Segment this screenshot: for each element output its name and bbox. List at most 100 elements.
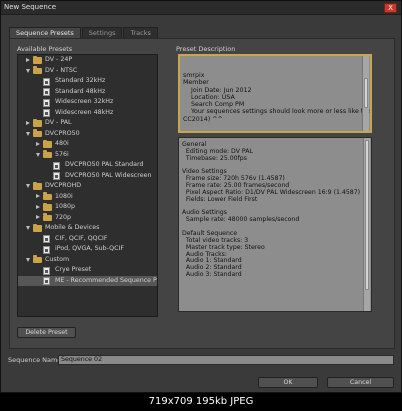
settings-scrollbar[interactable]: [363, 138, 370, 311]
tree-folder[interactable]: 1080i: [18, 192, 157, 203]
tree-preset[interactable]: Widescreen 32kHz: [18, 97, 157, 108]
new-sequence-dialog: New Sequence X Sequence Presets Settings…: [0, 0, 402, 393]
comment-line: Your sequences settings should look more…: [191, 108, 370, 116]
disclosure-expanded-icon[interactable]: [26, 68, 30, 73]
tab-settings[interactable]: Settings: [81, 27, 123, 38]
tree-preset[interactable]: Standard 48kHz: [18, 87, 157, 98]
ok-button[interactable]: OK: [258, 377, 318, 388]
tree-item-label: CIF, QCIF, QQCIF: [55, 234, 108, 242]
preset-file-icon: [43, 98, 50, 107]
available-presets-heading: Available Presets: [17, 45, 73, 53]
tree-item-label: 480i: [55, 140, 69, 147]
tree-item-label: 720p: [55, 213, 72, 221]
folder-icon: [33, 223, 42, 232]
tab-sequence-presets[interactable]: Sequence Presets: [9, 27, 81, 38]
folder-icon: [33, 118, 42, 127]
tree-item-label: DVCPROHD: [45, 182, 82, 189]
preset-file-icon: [43, 235, 50, 243]
folder-icon: [43, 192, 52, 200]
sequence-name-label: Sequence Name:: [8, 356, 64, 364]
preset-file-icon: [43, 277, 50, 285]
preset-file-icon: [43, 266, 50, 275]
tree-item-label: DVCPRO50 PAL Widescreen: [65, 171, 152, 179]
comment-line: CC2014) ^^: [183, 115, 223, 123]
preset-comment-box: smrpix Member Join Date: Jun 2012 Locatio…: [178, 54, 372, 133]
tree-item-label: DV - PAL: [45, 119, 72, 126]
tree-folder[interactable]: DVCPROHD: [18, 181, 157, 192]
title-bar[interactable]: New Sequence X: [1, 1, 401, 15]
tree-item-label: Crye Preset: [55, 266, 92, 273]
cancel-button[interactable]: Cancel: [327, 377, 394, 388]
preset-file-icon: [53, 172, 60, 180]
tree-folder[interactable]: DV - 24P: [18, 55, 157, 66]
tree-item-label: 1080i: [55, 192, 73, 200]
disclosure-expanded-icon[interactable]: [26, 226, 30, 230]
presets-tree[interactable]: DV - 24P DV - NTSC Standard 32kHz Standard …: [17, 54, 158, 317]
disclosure-collapsed-icon[interactable]: [26, 120, 30, 125]
settings-scroll-thumb[interactable]: [365, 140, 369, 290]
comment-line: Member: [183, 79, 209, 87]
tree-folder[interactable]: Mobile & Devices: [18, 223, 157, 234]
disclosure-collapsed-icon[interactable]: [36, 215, 40, 219]
close-icon[interactable]: X: [384, 3, 397, 13]
folder-icon: [43, 202, 52, 211]
folder-icon: [33, 55, 42, 64]
tree-item-label: Widescreen 32kHz: [55, 98, 114, 105]
tree-item-label: DVCPRO50 PAL Standard: [65, 161, 144, 168]
tree-item-label: Standard 48kHz: [55, 87, 106, 95]
disclosure-collapsed-icon[interactable]: [36, 204, 40, 209]
image-info-caption: 719x709 195kb JPEG: [0, 393, 402, 411]
comment-line: Search Comp PM: [183, 101, 245, 109]
folder-icon: [33, 255, 42, 263]
delete-preset-button[interactable]: Delete Preset: [17, 327, 76, 338]
tree-folder[interactable]: DVCPRO50: [18, 129, 157, 140]
comment-scroll-thumb[interactable]: [364, 78, 368, 108]
tree-folder[interactable]: 576i: [18, 150, 157, 161]
disclosure-expanded-icon[interactable]: [26, 131, 30, 136]
tree-folder[interactable]: DV - PAL: [18, 118, 157, 129]
tab-tracks[interactable]: Tracks: [123, 27, 158, 38]
tree-item-label: DV - 24P: [45, 56, 73, 63]
tree-folder[interactable]: 720p: [18, 213, 157, 224]
tree-item-label: DVCPRO50: [45, 129, 80, 137]
preset-file-icon: [43, 88, 50, 96]
disclosure-collapsed-icon[interactable]: [36, 194, 40, 198]
sequence-name-input[interactable]: Sequence 02: [58, 355, 394, 365]
comment-line: Location: USA: [183, 93, 235, 101]
tree-item-label: ME - Recommended Sequence Prese: [55, 276, 157, 284]
tree-item-label: Mobile & Devices: [45, 224, 100, 231]
disclosure-collapsed-icon[interactable]: [26, 57, 30, 62]
tree-folder[interactable]: Custom: [18, 255, 157, 266]
disclosure-expanded-icon[interactable]: [26, 257, 30, 262]
preset-file-icon: [43, 245, 50, 254]
tree-preset[interactable]: ME - Recommended Sequence Prese: [18, 275, 157, 286]
tree-preset[interactable]: Widescreen 48kHz: [18, 108, 157, 119]
preset-file-icon: [43, 77, 50, 86]
preset-settings-box: General Editing mode: DV PAL Timebase: 2…: [178, 137, 372, 312]
disclosure-collapsed-icon[interactable]: [36, 141, 40, 146]
disclosure-expanded-icon[interactable]: [26, 184, 30, 188]
tree-item-label: 1080p: [55, 203, 76, 210]
tree-item-label: 576i: [55, 150, 69, 158]
tree-folder[interactable]: 1080p: [18, 202, 157, 213]
tree-preset[interactable]: CIF, QCIF, QQCIF: [18, 234, 157, 245]
tree-folder[interactable]: 480i: [18, 139, 157, 150]
comment-scrollbar[interactable]: [362, 56, 369, 131]
disclosure-expanded-icon[interactable]: [36, 152, 40, 157]
tree-preset[interactable]: DVCPRO50 PAL Standard: [18, 160, 157, 171]
tree-preset[interactable]: iPod, QVGA, Sub-QCIF: [18, 244, 157, 255]
folder-icon: [33, 181, 42, 190]
tree-item-label: Custom: [45, 255, 70, 263]
tree-item-label: iPod, QVGA, Sub-QCIF: [55, 245, 124, 252]
folder-icon: [43, 150, 52, 158]
tree-preset[interactable]: DVCPRO50 PAL Widescreen: [18, 171, 157, 182]
tree-folder[interactable]: DV - NTSC: [18, 66, 157, 77]
tree-preset[interactable]: Standard 32kHz: [18, 76, 157, 87]
tree-item-label: Widescreen 48kHz: [55, 108, 114, 116]
settings-line: Audio 3: Standard: [182, 271, 242, 279]
window-title: New Sequence: [4, 3, 57, 11]
tree-item-label: DV - NTSC: [45, 66, 78, 74]
tab-strip: Sequence Presets Settings Tracks: [9, 27, 159, 38]
tree-preset[interactable]: Crye Preset: [18, 265, 157, 276]
settings-line: Timebase: 25.00fps: [182, 154, 247, 162]
